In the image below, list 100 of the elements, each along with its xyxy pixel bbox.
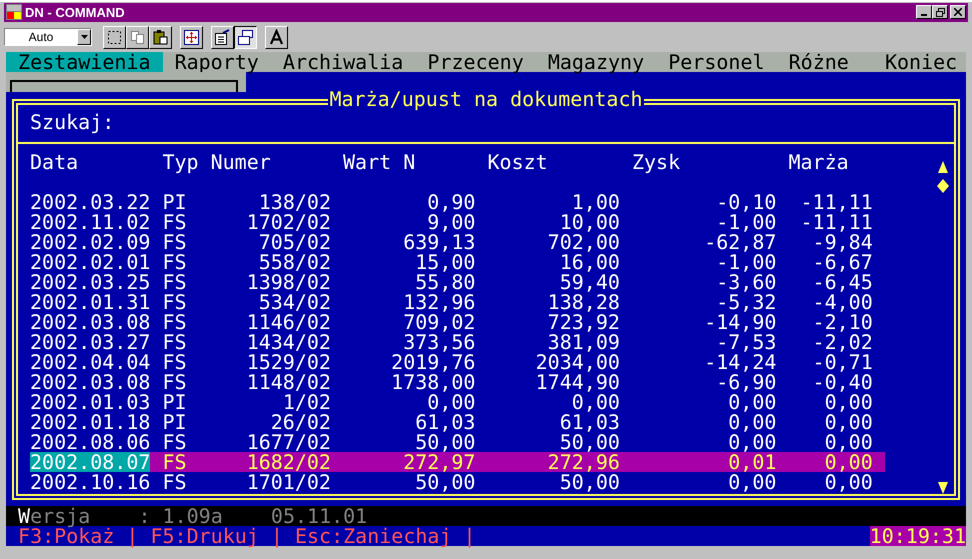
restore-icon (936, 8, 944, 16)
font-size-dropdown[interactable]: Auto (4, 28, 92, 46)
function-key-hint[interactable]: F5:Drukuj (150, 526, 259, 546)
function-key-hint[interactable]: F3:Pokaż (18, 526, 114, 546)
table-cell-text: 59,40 (558, 272, 620, 292)
table-cell-text: 1398/02 (246, 272, 331, 292)
menu-item[interactable]: Przeceny (415, 52, 536, 72)
table-cell-text: 132,96 (402, 292, 476, 312)
table-cell-text: 9,00 (426, 212, 476, 232)
table-cell-text: 2034,00 (534, 352, 620, 372)
paste-button[interactable] (149, 26, 172, 48)
table-cell-text: FS (162, 372, 188, 392)
table-cell-text: FS (162, 312, 188, 332)
window-title: DN - COMMAND (25, 4, 126, 20)
table-cell-text: 61,03 (414, 412, 476, 432)
table-cell-text: 1148/02 (246, 372, 331, 392)
table-cell-text: 50,00 (414, 432, 476, 452)
close-button[interactable] (950, 5, 966, 19)
minimize-button[interactable] (916, 5, 932, 19)
table-cell-text: 10,00 (558, 212, 620, 232)
table-cell-text: FS (162, 212, 188, 232)
table-cell-text: FS (162, 432, 188, 452)
table-cell-text: -5,32 (715, 292, 776, 312)
menu-item[interactable]: Magazyny (536, 52, 656, 72)
table-cell-text: FS (162, 352, 188, 372)
separator: | (270, 526, 283, 546)
mark-button[interactable] (103, 26, 126, 48)
clipboard-icon (152, 28, 169, 46)
table-cell: 2002.10.16 (30, 472, 150, 492)
separator: | (126, 526, 138, 546)
table-cell-text: -0,40 (812, 372, 873, 392)
properties-button[interactable] (211, 26, 234, 48)
menu-item[interactable]: Koniec (872, 52, 958, 72)
menu-item[interactable]: Różne (776, 52, 873, 72)
table-cell-text: -7,53 (716, 332, 776, 352)
table-cell-text: 16,00 (560, 252, 620, 272)
table-cell: 2002.01.18 (30, 412, 150, 432)
menu-item[interactable]: Personel (656, 52, 777, 72)
copy-button[interactable] (126, 26, 149, 48)
column-header: Marża (788, 152, 850, 172)
table-cell-text: 0,00 (824, 432, 873, 452)
table-cell-text: 1434/02 (246, 332, 331, 352)
table-cell-text: FS (162, 252, 188, 272)
close-icon (954, 8, 962, 16)
dashed-rect-icon (106, 28, 123, 46)
table-cell-text: 0,00 (727, 412, 776, 432)
table-cell-text: 373,56 (402, 332, 476, 352)
fullscreen-button[interactable] (180, 26, 203, 48)
search-field[interactable]: Szukaj: (18, 112, 954, 132)
letter-icon (268, 28, 285, 46)
table-cell-text: 0,00 (427, 392, 476, 412)
table-cell-text: 61,03 (558, 412, 620, 432)
table-cell-text: 55,80 (414, 272, 476, 292)
table-cell-text: -0,71 (812, 352, 873, 372)
dropdown-button[interactable] (77, 29, 91, 45)
table-cell-text: 15,00 (415, 252, 476, 272)
table-cell: 2002.08.07 (30, 452, 150, 472)
table-cell-text: -6,67 (812, 252, 873, 272)
table-cell-text: 0,00 (824, 452, 873, 472)
table-cell-text: 272,97 (402, 452, 476, 472)
table-cell-text: -2,10 (812, 312, 873, 332)
table-cell-text: PI (162, 392, 188, 412)
separator: | (464, 526, 476, 546)
table-cell-text: FS (162, 332, 188, 352)
table-cell-text: -11,11 (800, 192, 873, 212)
column-header: Koszt (487, 152, 549, 172)
scroll-up-icon (938, 161, 948, 173)
table-cell-text: 639,13 (402, 232, 476, 252)
table-cell: 2002.04.04 (30, 352, 150, 372)
windows-icon (237, 28, 254, 46)
table-cell-text: 381,09 (546, 332, 620, 352)
font-button[interactable] (265, 26, 288, 48)
menu-item[interactable]: Zestawienia (6, 52, 163, 72)
function-key-hint[interactable]: Esc:Zaniechaj (294, 526, 452, 546)
minimize-icon (921, 14, 927, 16)
table-cell: 2002.11.02 (30, 212, 150, 232)
table-cell-text: PI (162, 412, 188, 432)
table-cell-text: 50,00 (415, 472, 476, 492)
scroll-thumb-icon (937, 179, 949, 193)
table-cell-text: -14,24 (703, 352, 776, 372)
table-cell: 2002.01.03 (30, 392, 150, 412)
table-cell-text: FS (162, 452, 188, 472)
table-cell: 2002.01.31 (30, 292, 150, 312)
clock: 10:19:31 (870, 526, 966, 546)
table-cell-text: 558/02 (258, 252, 331, 272)
table-cell-text: -62,87 (703, 232, 776, 252)
table-cell-text: 1701/02 (246, 472, 331, 492)
menu-item[interactable]: Raporty (162, 52, 271, 72)
restore-button[interactable] (932, 5, 948, 19)
copy-icon (129, 28, 146, 46)
table-cell: 2002.03.22 (30, 192, 150, 212)
menu-item[interactable]: Archiwalia (270, 52, 416, 72)
table-cell-text: -3,60 (715, 272, 776, 292)
table-cell-text: 0,00 (824, 392, 873, 412)
table-cell-text: 1744,90 (534, 372, 620, 392)
table-cell-text: -4,00 (812, 292, 873, 312)
table-cell-text: 705/02 (258, 232, 331, 252)
table-cell: 2002.02.01 (30, 252, 150, 272)
dialog-title: Marża/upust na dokumentach (328, 89, 644, 109)
table-cell-text: 1/02 (282, 392, 331, 412)
